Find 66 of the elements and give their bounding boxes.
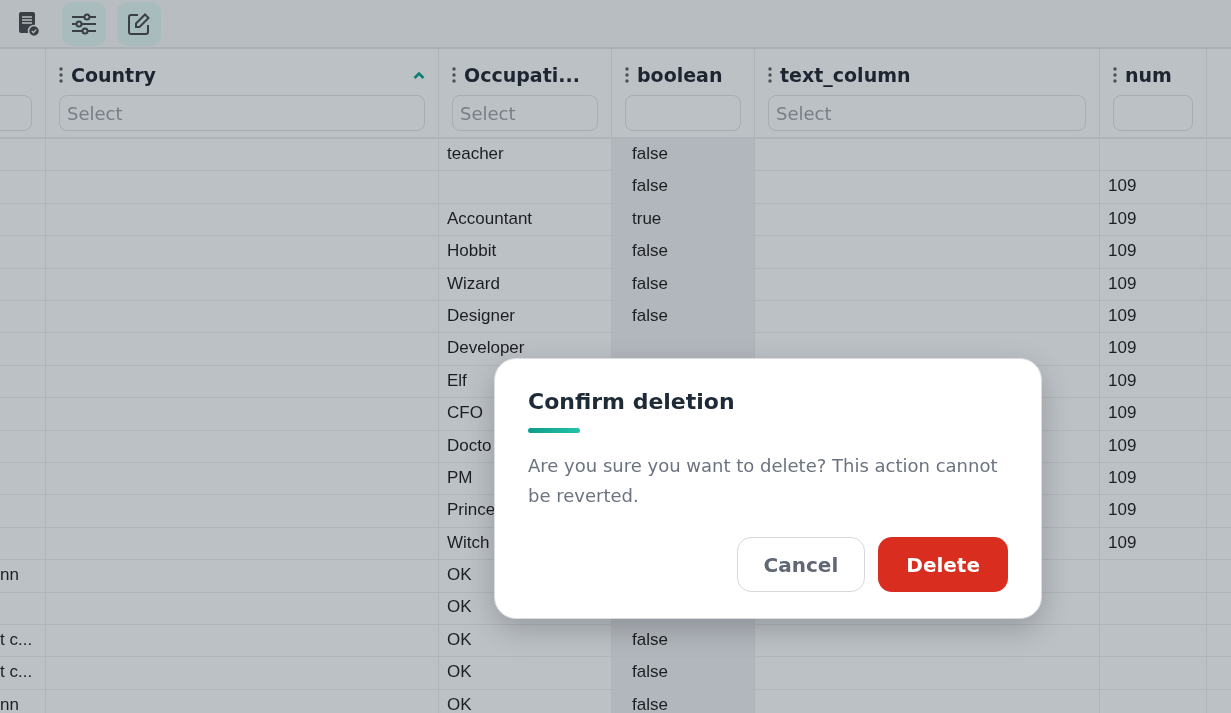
table-cell: 109 <box>1108 176 1137 196</box>
toolbar-button[interactable] <box>117 1 161 46</box>
table-cell: Developer <box>447 338 525 358</box>
table-cell: PM <box>447 467 473 487</box>
table-cell: false <box>632 629 668 649</box>
table-cell: false <box>632 241 668 261</box>
table-cell: false <box>632 273 668 293</box>
filter-field[interactable]: Select <box>768 95 1086 131</box>
column-title: Occupati... <box>464 64 580 86</box>
column-title: Country <box>71 64 156 86</box>
drag-handle-icon[interactable] <box>452 67 456 83</box>
table-cell: 109 <box>1108 370 1137 390</box>
table-cell: Prince <box>447 500 496 520</box>
toolbar-button[interactable] <box>62 1 106 46</box>
table-cell: 109 <box>1108 208 1137 228</box>
table-cell: OK <box>447 629 472 649</box>
table-cell: false <box>632 305 668 325</box>
table-cell: 109 <box>1108 403 1137 423</box>
table-cell: OK <box>447 662 472 682</box>
table-cell: nn <box>0 565 19 585</box>
column-title: num <box>1125 64 1172 86</box>
dialog-title: Confirm deletion <box>528 389 736 414</box>
table-cell: CFO <box>447 403 483 423</box>
table-cell: t c... <box>0 629 33 649</box>
drag-handle-icon[interactable] <box>768 67 772 83</box>
edit-icon <box>128 12 150 35</box>
table-cell: true <box>632 208 662 228</box>
table-cell: teacher <box>447 144 504 163</box>
table-cell: false <box>632 144 668 163</box>
drag-handle-icon[interactable] <box>59 67 63 83</box>
table-cell: OK <box>447 694 472 713</box>
table-cell: OK <box>447 597 472 617</box>
table-cell: 109 <box>1108 500 1137 520</box>
sort-ascending-icon[interactable] <box>413 71 425 79</box>
filter-field[interactable]: Select <box>59 95 425 131</box>
delete-button[interactable]: Delete <box>878 537 1008 592</box>
filter-field[interactable]: Select <box>452 95 598 131</box>
table-cell: Accountant <box>447 208 533 228</box>
table-cell: 109 <box>1108 338 1137 358</box>
table-cell: 109 <box>1108 305 1137 325</box>
table-cell: Witch <box>447 532 490 552</box>
table-cell: 109 <box>1108 532 1137 552</box>
table-cell: Elf <box>447 370 467 390</box>
table-cell: false <box>632 662 668 682</box>
table-cell: 109 <box>1108 467 1137 487</box>
table-cell: OK <box>447 565 472 585</box>
table-cell: Wizard <box>447 273 500 293</box>
column-title: text_column <box>780 64 911 86</box>
cancel-button[interactable]: Cancel <box>736 537 866 592</box>
table-cell: 109 <box>1108 435 1137 455</box>
table-cell: false <box>632 176 668 196</box>
column-title: boolean <box>637 64 723 86</box>
dialog-message: Are you sure you want to delete? This action cannot be reverted. <box>528 454 999 508</box>
table-cell: Docto <box>447 435 492 455</box>
table-cell: t c... <box>0 662 33 682</box>
drag-handle-icon[interactable] <box>625 67 629 83</box>
table-cell: Designer <box>447 305 516 325</box>
table-cell: nn <box>0 694 19 713</box>
drag-handle-icon[interactable] <box>1113 67 1117 83</box>
table-cell: false <box>632 694 668 713</box>
sliders-icon <box>71 12 97 35</box>
table-cell: 109 <box>1108 241 1137 261</box>
accent-bar <box>528 428 580 433</box>
document-check-icon <box>18 10 40 37</box>
table-cell: Hobbit <box>447 241 497 261</box>
table-cell: 109 <box>1108 273 1137 293</box>
